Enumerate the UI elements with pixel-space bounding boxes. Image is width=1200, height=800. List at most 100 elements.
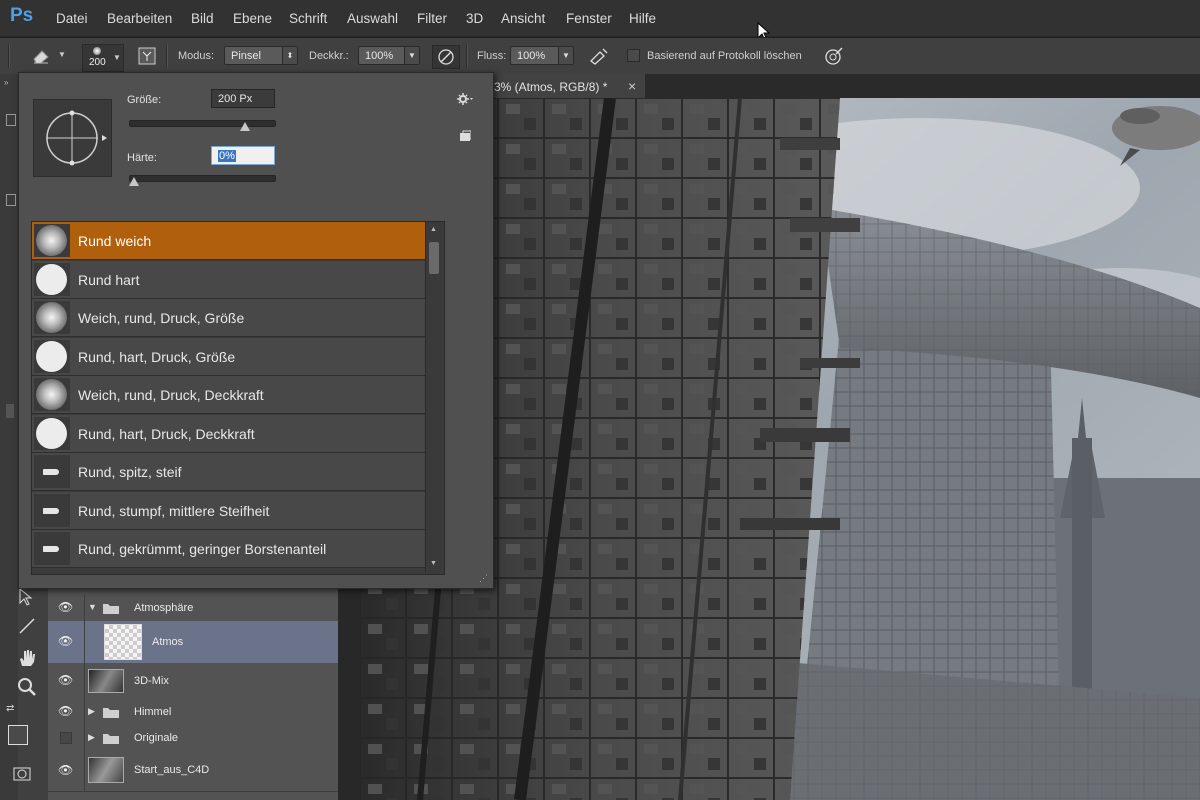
- brush-preset-name: Weich, rund, Druck, Deckkraft: [78, 387, 264, 403]
- erase-to-history-label: Basierend auf Protokoll löschen: [647, 50, 802, 62]
- brush-preset-item[interactable]: Weich, rund, Druck, Deckkraft: [32, 376, 425, 414]
- chevron-down-icon[interactable]: ▼: [88, 602, 97, 612]
- layer-row-start-aus-c4d[interactable]: 👁 Start_aus_C4D: [48, 751, 338, 792]
- mode-label: Modus:: [178, 50, 215, 62]
- mode-value: Pinsel: [231, 50, 261, 62]
- hand-tool-icon[interactable]: [16, 647, 38, 669]
- brush-list-scrollbar[interactable]: ▲ ▼: [425, 222, 442, 572]
- gear-icon[interactable]: [457, 92, 473, 106]
- brush-preset-picker[interactable]: 200 ▼: [82, 44, 124, 72]
- size-input[interactable]: 200 Px: [211, 89, 275, 108]
- brush-panel-toggle-icon[interactable]: [137, 46, 157, 66]
- new-preset-icon[interactable]: [459, 130, 471, 142]
- hardness-slider-thumb[interactable]: [129, 177, 139, 186]
- scroll-up-icon[interactable]: ▲: [430, 226, 437, 233]
- zoom-tool-icon[interactable]: [16, 676, 38, 698]
- swap-colors-icon[interactable]: ⇄: [6, 703, 14, 714]
- expand-panel-icon[interactable]: »: [4, 78, 8, 87]
- chevron-right-icon[interactable]: ▶: [88, 732, 95, 743]
- document-tab[interactable]: 3% (Atmos, RGB/8) * ×: [490, 74, 645, 98]
- path-selection-tool-icon[interactable]: [18, 587, 34, 607]
- brush-preset-list: Rund weich Rund hart Weich, rund, Druck, G…: [31, 221, 445, 575]
- menu-hilfe[interactable]: Hilfe: [629, 11, 656, 26]
- eraser-tool-icon[interactable]: [30, 46, 52, 66]
- brush-tip-thumbnail: [34, 224, 70, 257]
- brush-preset-name: Rund, hart, Druck, Deckkraft: [78, 425, 255, 442]
- menu-3d[interactable]: 3D: [466, 11, 483, 26]
- tool-icon[interactable]: [6, 194, 16, 206]
- layer-row-3d-mix[interactable]: 👁 3D-Mix: [48, 663, 338, 700]
- brush-preset-name: Rund, stumpf, mittlere Steifheit: [78, 502, 270, 519]
- resize-grip-icon[interactable]: ⋰: [479, 573, 488, 584]
- opacity-field[interactable]: 100% ▼: [358, 46, 420, 65]
- chevron-down-icon: ▼: [558, 47, 573, 64]
- size-slider-thumb[interactable]: [239, 122, 250, 131]
- tool-icon[interactable]: [6, 114, 16, 126]
- menu-auswahl[interactable]: Auswahl: [347, 11, 398, 26]
- scroll-down-icon[interactable]: ▼: [430, 560, 437, 567]
- layer-name: Atmos: [152, 636, 184, 648]
- brush-tip-thumbnail: [34, 455, 70, 488]
- app-logo: Ps: [10, 5, 34, 26]
- hardness-slider-track[interactable]: [129, 175, 276, 182]
- scrollbar-thumb[interactable]: [429, 242, 439, 274]
- brush-preset-item[interactable]: Rund, gekrümmt, geringer Borstenanteil: [32, 530, 425, 568]
- brush-preview: [33, 99, 112, 177]
- layer-name: 3D-Mix: [134, 675, 169, 687]
- menu-ebene[interactable]: Ebene: [233, 11, 272, 26]
- hidden-visibility-box[interactable]: [60, 732, 72, 744]
- brush-tip-thumbnail: [34, 378, 70, 411]
- eye-icon[interactable]: 👁: [58, 673, 73, 687]
- brush-preset-item[interactable]: Rund, spitz, steif: [32, 453, 425, 491]
- layer-row-atmosphaere[interactable]: 👁 ▼ Atmosphäre: [48, 595, 338, 622]
- mode-select[interactable]: Pinsel ⬍: [224, 46, 298, 65]
- brush-preset-item[interactable]: Rund weich: [32, 222, 425, 260]
- layer-name: Atmosphäre: [134, 602, 194, 614]
- brush-tip-thumbnail: [34, 262, 70, 296]
- menu-bar: Ps Datei Bearbeiten Bild Ebene Schrift A…: [0, 0, 1200, 42]
- eye-icon[interactable]: 👁: [58, 634, 73, 648]
- foreground-color-swatch[interactable]: [8, 725, 28, 745]
- chevron-right-icon[interactable]: ▶: [88, 706, 95, 717]
- layer-name: Originale: [134, 732, 179, 744]
- layer-row-originale[interactable]: ▶ Originale: [48, 725, 338, 752]
- close-tab-icon[interactable]: ×: [628, 78, 636, 94]
- tool-icon[interactable]: [6, 404, 14, 418]
- brush-preset-name: Weich, rund, Druck, Größe: [78, 310, 245, 326]
- quick-mask-icon[interactable]: [12, 765, 32, 783]
- brush-preset-item[interactable]: Rund, hart, Druck, Deckkraft: [32, 414, 425, 453]
- eye-icon[interactable]: 👁: [58, 704, 73, 718]
- size-slider-track[interactable]: [129, 120, 276, 127]
- menu-ansicht[interactable]: Ansicht: [501, 11, 545, 26]
- layer-name: Himmel: [134, 706, 172, 718]
- opacity-value: 100%: [365, 50, 394, 62]
- options-bar: ▼ 200 ▼ Modus: Pinsel ⬍ Deckkr.: 100% ▼ …: [0, 37, 1200, 75]
- brush-preset-name: Rund hart: [78, 271, 140, 288]
- layer-row-atmos[interactable]: 👁 Atmos: [48, 621, 338, 664]
- brush-preset-item[interactable]: Rund, hart, Druck, Größe: [32, 337, 425, 376]
- hardness-value: 0%: [218, 150, 236, 162]
- layer-row-himmel[interactable]: 👁 ▶ Himmel: [48, 699, 338, 726]
- brush-preset-item[interactable]: Weich, rund, Druck, Größe: [32, 299, 425, 337]
- flow-field[interactable]: 100% ▼: [510, 46, 574, 65]
- eye-icon[interactable]: 👁: [58, 763, 73, 777]
- brush-preset-item[interactable]: Rund hart: [32, 260, 425, 299]
- pressure-size-icon[interactable]: [822, 45, 846, 67]
- menu-bild[interactable]: Bild: [191, 11, 214, 26]
- brush-tip-thumbnail: [34, 301, 70, 334]
- menu-bearbeiten[interactable]: Bearbeiten: [107, 11, 172, 26]
- brush-angle-icon: [46, 110, 107, 166]
- airbrush-icon[interactable]: [588, 46, 610, 66]
- brush-preset-item[interactable]: Rund, stumpf, mittlere Steifheit: [32, 491, 425, 530]
- menu-schrift[interactable]: Schrift: [289, 11, 327, 26]
- menu-filter[interactable]: Filter: [417, 11, 447, 26]
- menu-fenster[interactable]: Fenster: [566, 11, 612, 26]
- erase-to-history-checkbox[interactable]: [627, 49, 640, 62]
- eye-icon[interactable]: 👁: [58, 600, 73, 614]
- hardness-input[interactable]: 0%: [211, 146, 275, 165]
- pressure-opacity-icon[interactable]: [432, 45, 460, 69]
- line-tool-icon[interactable]: [18, 617, 36, 635]
- menu-datei[interactable]: Datei: [56, 11, 88, 26]
- size-label: Größe:: [127, 94, 162, 106]
- tool-preset-dropdown-icon[interactable]: ▼: [58, 50, 66, 59]
